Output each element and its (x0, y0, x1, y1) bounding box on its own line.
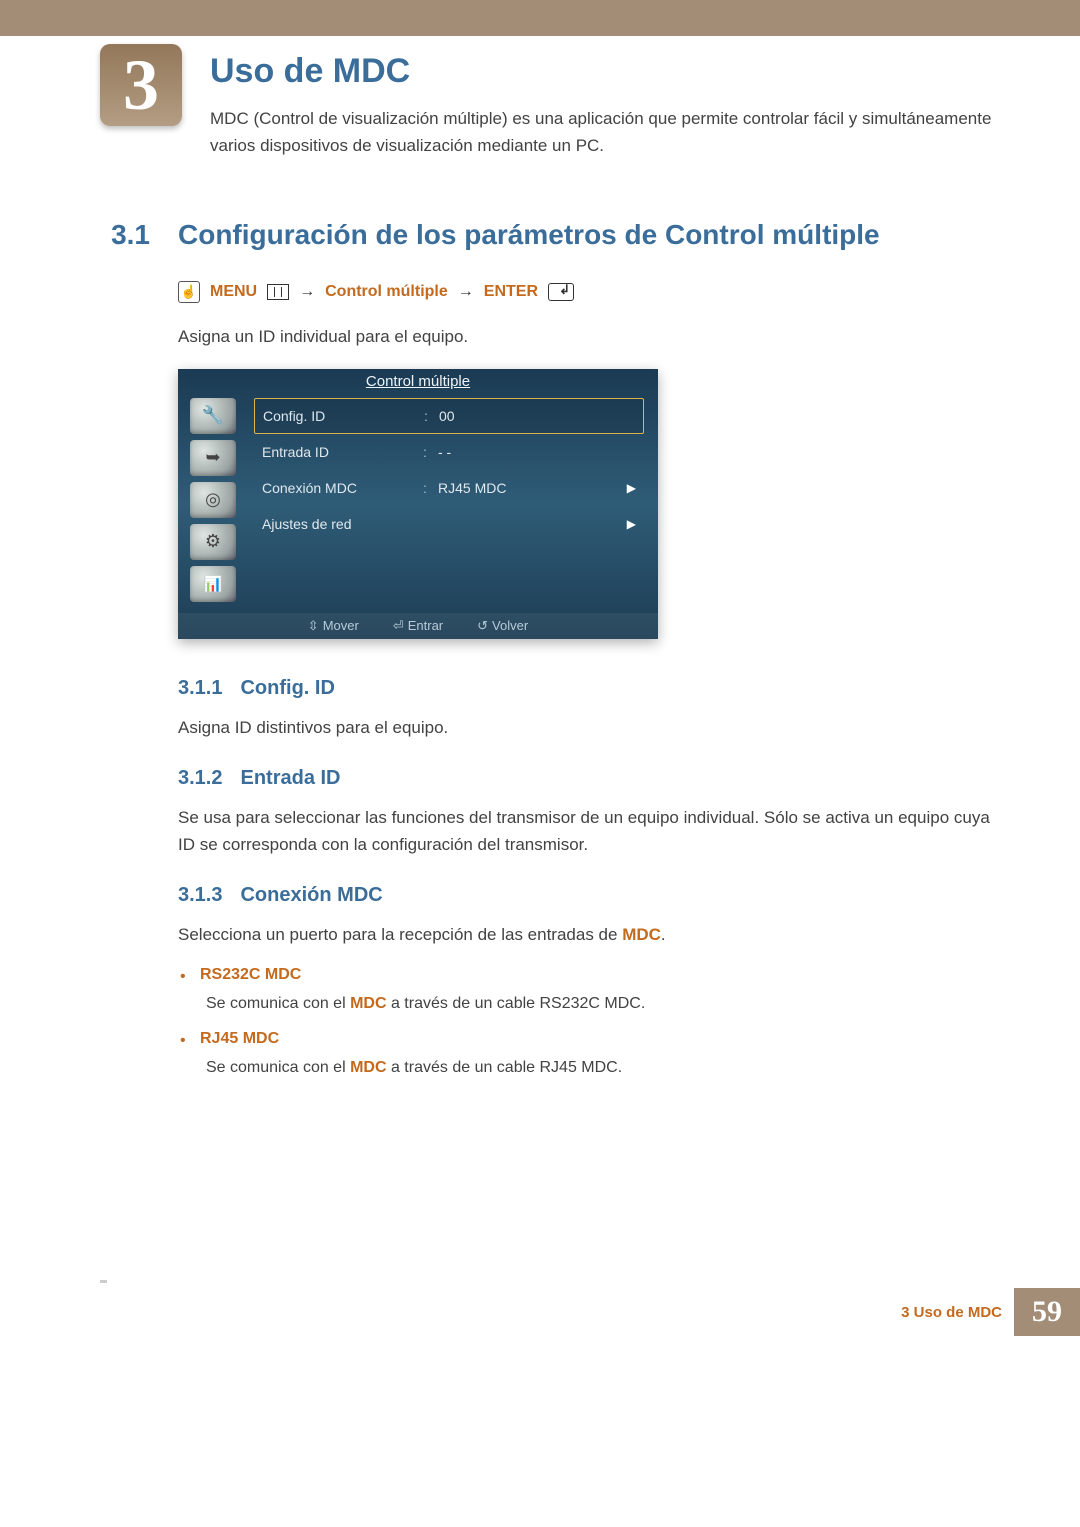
section-header: 3.1 Configuración de los parámetros de C… (100, 219, 995, 251)
osd-row-label: Ajustes de red (262, 516, 412, 532)
option-item: RJ45 MDC Se comunica con el MDC a través… (200, 1030, 995, 1080)
osd-icon-tool: 🔧 (190, 398, 236, 434)
osd-colon: : (421, 408, 431, 424)
chevron-right-icon: ▶ (627, 481, 636, 495)
arrow-icon: → (458, 283, 474, 301)
chevron-right-icon: ▶ (627, 517, 636, 531)
text-pre: Se comunica con el (206, 995, 350, 1012)
enter-label: ENTER (484, 283, 538, 301)
text-highlight: MDC (350, 1059, 386, 1076)
option-item: RS232C MDC Se comunica con el MDC a trav… (200, 966, 995, 1016)
osd-row-value: 00 (439, 408, 635, 424)
menu-path: ☝ MENU → Control múltiple → ENTER (178, 281, 995, 303)
subsection-number: 3.1.3 (178, 884, 222, 907)
section-title: Configuración de los parámetros de Contr… (178, 219, 880, 251)
osd-icon-gear: ⚙ (190, 524, 236, 560)
osd-body: 🔧 ➥ ◎ ⚙ 📊 Config. ID : 00 Entrada ID : (178, 394, 658, 613)
chapter-header: 3 Uso de MDC MDC (Control de visualizaci… (100, 44, 995, 159)
subsection-header: 3.1.1 Config. ID (178, 677, 995, 700)
footer-rule (100, 1280, 107, 1283)
subsection-header: 3.1.2 Entrada ID (178, 767, 995, 790)
chapter-description: MDC (Control de visualización múltiple) … (210, 105, 995, 159)
osd-footer-return: Volver (477, 618, 528, 634)
osd-footer-move: Mover (308, 618, 359, 634)
option-name: RS232C MDC (200, 966, 995, 984)
text-highlight: MDC (622, 925, 661, 944)
text-post: . (661, 925, 666, 944)
text-highlight: MDC (350, 995, 386, 1012)
subsection-text: Asigna ID distintivos para el equipo. (178, 714, 995, 741)
chapter-number-badge: 3 (100, 44, 182, 126)
option-name: RJ45 MDC (200, 1030, 995, 1048)
remote-icon: ☝ (178, 281, 200, 303)
subsection-text: Se usa para seleccionar las funciones de… (178, 804, 995, 858)
text-post: a través de un cable RJ45 MDC. (387, 1059, 623, 1076)
osd-sidebar: 🔧 ➥ ◎ ⚙ 📊 (178, 394, 248, 613)
osd-icon-dial: ◎ (190, 482, 236, 518)
footer-right: 3 Uso de MDC 59 (901, 1288, 1080, 1336)
menu-label: MENU (210, 283, 257, 301)
text-post: a través de un cable RS232C MDC. (387, 995, 646, 1012)
subsection-number: 3.1.2 (178, 767, 222, 790)
option-desc: Se comunica con el MDC a través de un ca… (206, 992, 995, 1016)
option-list: RS232C MDC Se comunica con el MDC a trav… (178, 966, 995, 1080)
menu-grid-icon (267, 284, 289, 300)
osd-row: Conexión MDC : RJ45 MDC ▶ (254, 470, 644, 506)
osd-footer-enter: Entrar (393, 618, 443, 634)
section-intro: Asigna un ID individual para el equipo. (178, 323, 995, 350)
osd-footer: Mover Entrar Volver (178, 613, 658, 639)
osd-main: Config. ID : 00 Entrada ID : - - Conexió… (248, 394, 658, 613)
osd-title: Control múltiple (178, 369, 658, 394)
subsection-header: 3.1.3 Conexión MDC (178, 884, 995, 907)
page-content: 3 Uso de MDC MDC (Control de visualizaci… (0, 44, 1080, 1080)
osd-icon-chart: 📊 (190, 566, 236, 602)
subsection-number: 3.1.1 (178, 677, 222, 700)
section-number: 3.1 (100, 219, 150, 251)
osd-row-label: Conexión MDC (262, 480, 412, 496)
osd-row: Ajustes de red ▶ (254, 506, 644, 542)
page-footer: 3 Uso de MDC 59 (0, 1280, 1080, 1336)
option-desc: Se comunica con el MDC a través de un ca… (206, 1056, 995, 1080)
osd-row: Config. ID : 00 (254, 398, 644, 434)
subsection-title: Config. ID (240, 677, 334, 700)
arrow-icon: → (299, 283, 315, 301)
osd-row-label: Entrada ID (262, 444, 412, 460)
section-body: ☝ MENU → Control múltiple → ENTER Asigna… (178, 281, 995, 1080)
footer-breadcrumb: 3 Uso de MDC (901, 1304, 1002, 1321)
menu-step: Control múltiple (325, 283, 448, 301)
osd-row-value: RJ45 MDC (438, 480, 619, 496)
subsection-title: Conexión MDC (240, 884, 382, 907)
chapter-intro: Uso de MDC MDC (Control de visualización… (210, 44, 995, 159)
chapter-title: Uso de MDC (210, 52, 995, 91)
osd-colon: : (420, 444, 430, 460)
osd-screenshot: Control múltiple 🔧 ➥ ◎ ⚙ 📊 Config. ID : … (178, 369, 658, 639)
top-stripe (0, 0, 1080, 36)
osd-icon-input: ➥ (190, 440, 236, 476)
osd-row-label: Config. ID (263, 408, 413, 424)
osd-row-value: - - (438, 444, 636, 460)
osd-row: Entrada ID : - - (254, 434, 644, 470)
text-pre: Selecciona un puerto para la recepción d… (178, 925, 622, 944)
subsection-title: Entrada ID (240, 767, 340, 790)
subsection-text: Selecciona un puerto para la recepción d… (178, 921, 995, 948)
text-pre: Se comunica con el (206, 1059, 350, 1076)
osd-colon: : (420, 480, 430, 496)
enter-icon (548, 283, 574, 301)
page-number: 59 (1014, 1288, 1080, 1336)
